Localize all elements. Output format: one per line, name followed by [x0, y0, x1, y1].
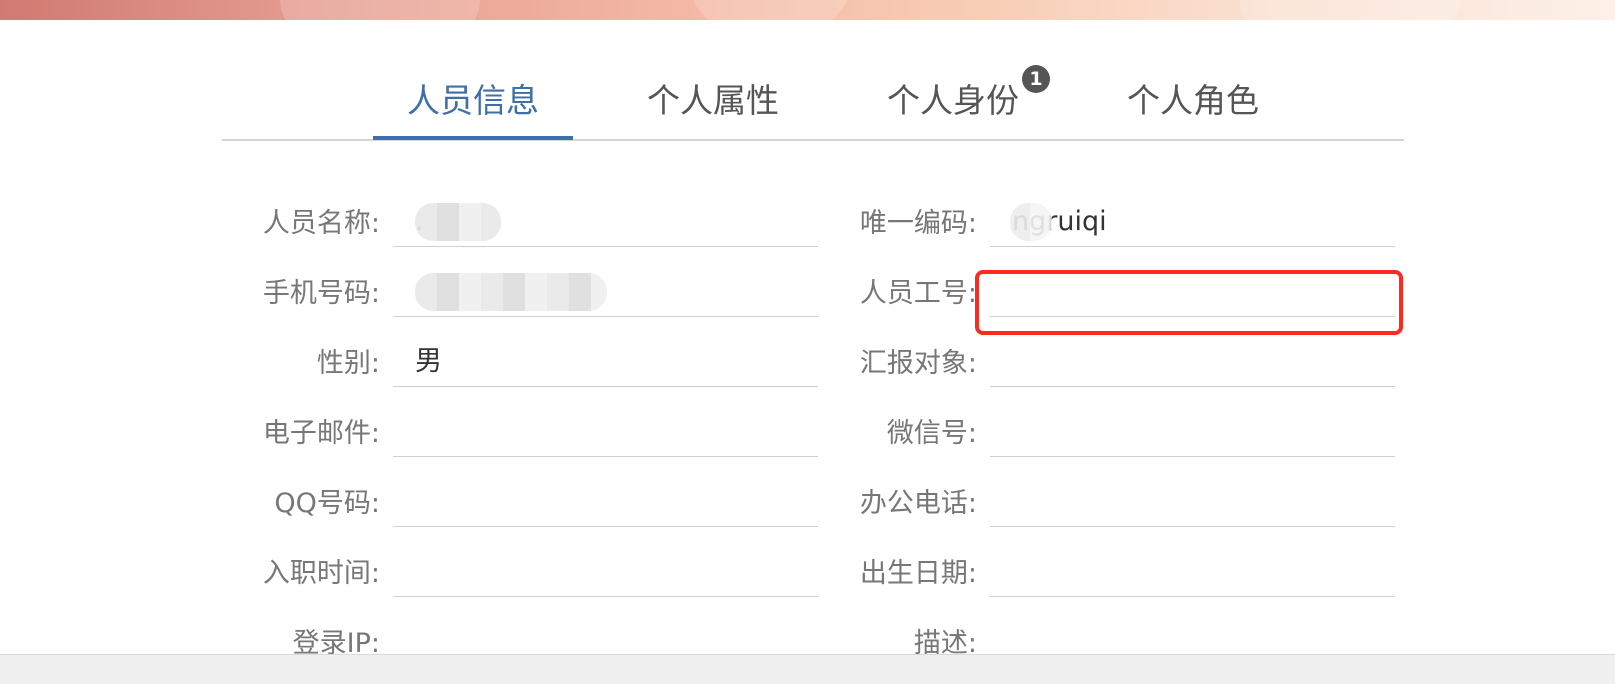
tab-label: 个人属性: [647, 81, 779, 120]
tab-bar: 人员信息 个人属性 个人身份 1 个人角色: [222, 60, 1404, 140]
field-label: 微信号:: [886, 418, 977, 449]
hire-date-input[interactable]: [393, 548, 818, 597]
tab-personal-roles[interactable]: 个人角色: [1093, 60, 1293, 138]
wechat-input[interactable]: [990, 408, 1395, 457]
banner-decoration: [280, 0, 480, 20]
form-row-unique-code: 唯一编码:: [757, 198, 1417, 258]
reports-to-input[interactable]: [990, 338, 1395, 387]
form-row-hire-date: 入职时间:: [160, 548, 820, 608]
field-label: 性别:: [316, 348, 380, 379]
form-row-birth-date: 出生日期:: [757, 548, 1417, 608]
form-row-gender: 性别:: [160, 338, 820, 398]
tab-label: 个人身份: [887, 81, 1019, 120]
banner-decoration: [690, 0, 850, 20]
tab-personal-identity[interactable]: 个人身份 1: [853, 60, 1053, 138]
tab-label: 个人角色: [1127, 81, 1259, 120]
redacted-text: [1010, 203, 1052, 241]
tab-personal-attributes[interactable]: 个人属性: [613, 60, 813, 138]
birth-date-input[interactable]: [990, 548, 1395, 597]
top-banner: [0, 0, 1615, 20]
form-row-email: 电子邮件:: [160, 408, 820, 468]
form-row-wechat: 微信号:: [757, 408, 1417, 468]
qq-input[interactable]: [393, 478, 818, 527]
field-label: 电子邮件:: [262, 418, 380, 449]
tab-person-info[interactable]: 人员信息: [373, 60, 573, 140]
email-input[interactable]: [393, 408, 818, 457]
field-label: 出生日期:: [859, 558, 977, 589]
form-row-reports-to: 汇报对象:: [757, 338, 1417, 398]
gender-input[interactable]: [393, 338, 818, 387]
field-label: 唯一编码:: [859, 208, 977, 239]
employee-number-input[interactable]: [990, 268, 1395, 317]
form-row-person-name: 人员名称:: [160, 198, 820, 258]
office-phone-input[interactable]: [990, 478, 1395, 527]
form-row-qq: QQ号码:: [160, 478, 820, 538]
field-label: 人员名称:: [262, 208, 380, 239]
field-label: 入职时间:: [262, 558, 380, 589]
redacted-text: [415, 273, 607, 311]
form-row-office-phone: 办公电话:: [757, 478, 1417, 538]
field-label: 办公电话:: [859, 488, 977, 519]
form-row-employee-no: 人员工号:: [757, 268, 1417, 328]
banner-decoration: [1240, 0, 1460, 20]
field-label: 人员工号:: [859, 278, 977, 309]
field-label: 汇报对象:: [859, 348, 977, 379]
bottom-bar: [0, 654, 1615, 684]
field-label: 手机号码:: [262, 278, 380, 309]
tab-label: 人员信息: [407, 81, 539, 120]
field-label: QQ号码:: [274, 488, 380, 519]
notification-badge: 1: [1022, 65, 1050, 93]
form-row-mobile: 手机号码:: [160, 268, 820, 328]
redacted-text: [415, 203, 501, 241]
